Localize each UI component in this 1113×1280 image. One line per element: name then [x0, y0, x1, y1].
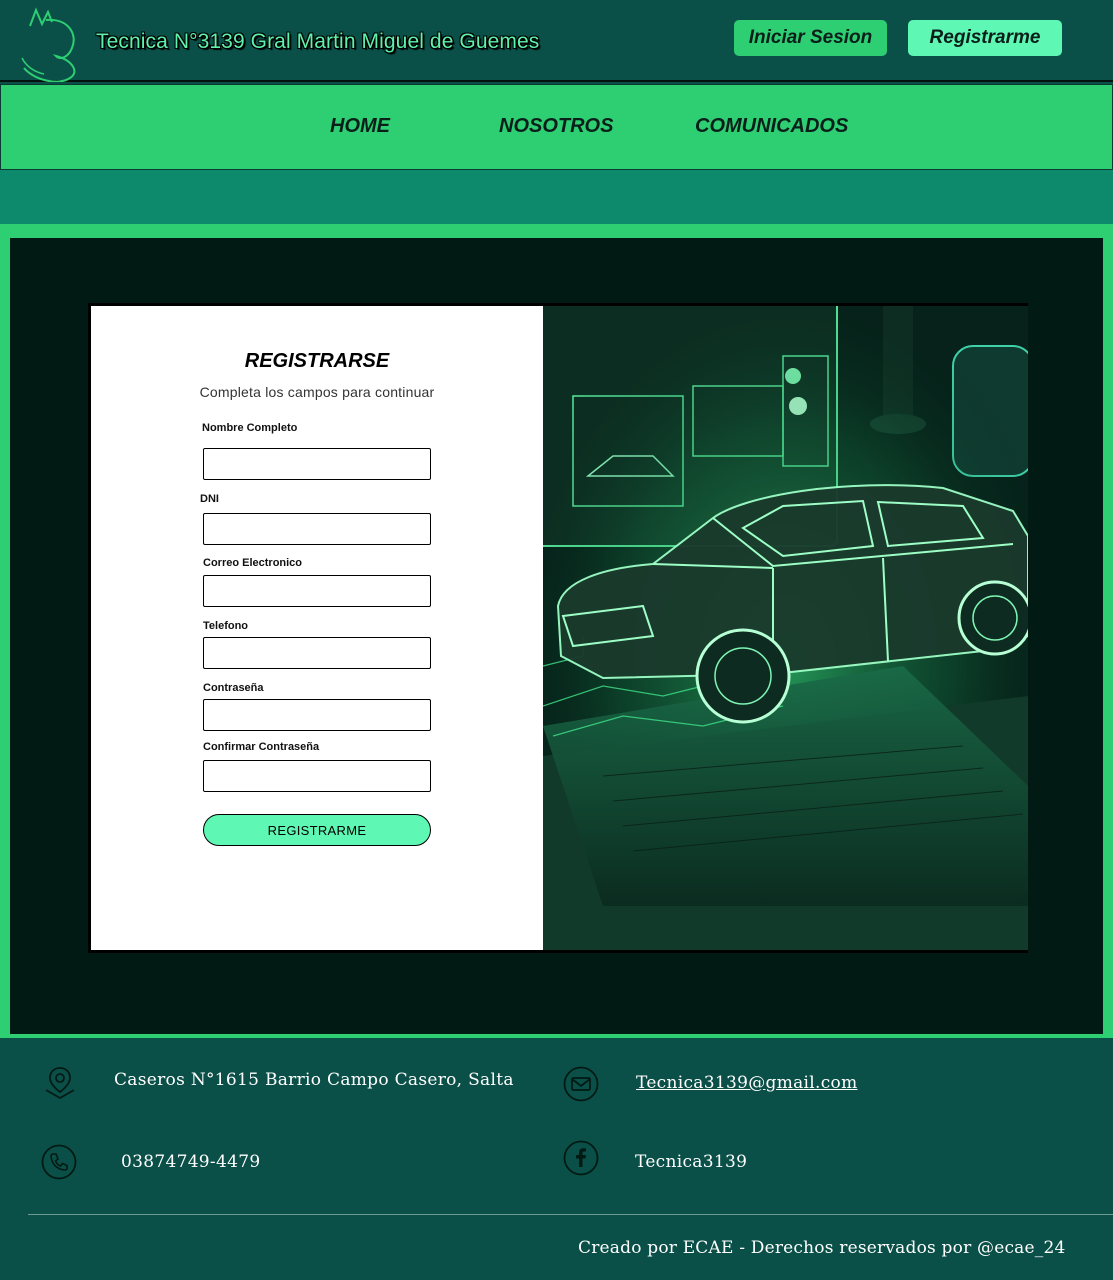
register-button[interactable]: Registrarme	[908, 20, 1062, 56]
form-subtitle: Completa los campos para continuar	[199, 384, 435, 400]
facebook-icon[interactable]	[563, 1140, 599, 1176]
password-label: Contraseña	[203, 682, 264, 694]
confirm-password-label: Confirmar Contraseña	[203, 741, 320, 753]
footer-credits: Creado por ECAE - Derechos reservados po…	[578, 1238, 1066, 1258]
email-input[interactable]	[203, 575, 431, 607]
nav-comunicados[interactable]: COMUNICADOS	[695, 115, 848, 138]
footer-divider	[28, 1214, 1113, 1215]
form-title: REGISTRARSE	[244, 350, 390, 372]
site-header: Tecnica N°3139 Gral Martin Miguel de Gue…	[0, 0, 1113, 82]
footer-phone: 03874749-4479	[121, 1152, 261, 1172]
school-logo-icon[interactable]	[16, 6, 82, 82]
login-button[interactable]: Iniciar Sesion	[734, 20, 887, 56]
submit-register-button[interactable]: REGISTRARME	[203, 814, 431, 846]
dni-input[interactable]	[203, 513, 431, 545]
phone-label: Telefono	[203, 620, 249, 632]
nav-nosotros[interactable]: NOSOTROS	[499, 115, 613, 138]
phone-icon	[41, 1144, 77, 1180]
mail-icon	[563, 1066, 599, 1102]
footer-email-link[interactable]: Tecnica3139@gmail.com	[636, 1073, 858, 1093]
footer-facebook[interactable]: Tecnica3139	[635, 1152, 747, 1172]
nav-spacer	[0, 170, 1113, 224]
email-label: Correo Electronico	[203, 557, 303, 569]
dni-label: DNI	[200, 493, 219, 505]
main-nav: HOME NOSOTROS COMUNICADOS	[0, 84, 1113, 170]
location-pin-icon	[45, 1067, 75, 1100]
site-title: Tecnica N°3139 Gral Martin Miguel de Gue…	[96, 30, 540, 53]
confirm-password-input[interactable]	[203, 760, 431, 792]
password-input[interactable]	[203, 699, 431, 731]
phone-input[interactable]	[203, 637, 431, 669]
register-form: REGISTRARSE Completa los campos para con…	[91, 306, 543, 950]
full-name-input[interactable]	[203, 448, 431, 480]
site-footer: Caseros N°1615 Barrio Campo Casero, Salt…	[0, 1038, 1113, 1280]
register-card: REGISTRARSE Completa los campos para con…	[88, 303, 1028, 953]
car-hologram-illustration	[543, 306, 1028, 950]
full-name-label: Nombre Completo	[202, 422, 298, 434]
nav-home[interactable]: HOME	[330, 115, 390, 138]
car-hologram-image	[543, 306, 1028, 950]
footer-address: Caseros N°1615 Barrio Campo Casero, Salt…	[114, 1070, 514, 1090]
